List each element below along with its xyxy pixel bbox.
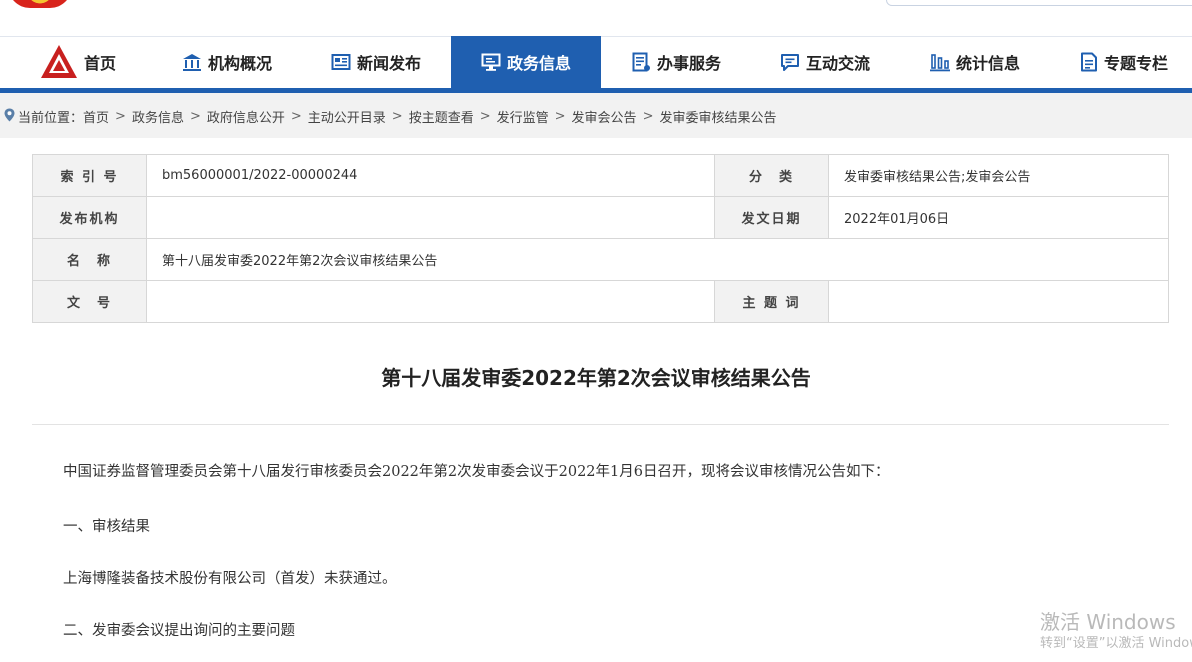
breadcrumb-link-issuance[interactable]: 发行监管 <box>497 107 549 126</box>
nav-label: 办事服务 <box>657 54 722 73</box>
breadcrumb-link-catalog[interactable]: 主动公开目录 <box>308 107 386 126</box>
article-paragraph: 一、审核结果 <box>63 519 150 535</box>
index-value: bm56000001/2022-00000244 <box>146 154 715 197</box>
breadcrumb-separator: > <box>189 109 201 124</box>
breadcrumb-link-announcements[interactable]: 发审会公告 <box>572 107 637 126</box>
nav-label: 首页 <box>84 54 117 73</box>
search-input[interactable] <box>886 0 1192 6</box>
nav-item-interaction[interactable]: 互动交流 <box>780 36 870 88</box>
chat-icon <box>780 52 800 72</box>
breadcrumb-link-gov-info[interactable]: 政务信息 <box>132 107 184 126</box>
breadcrumb: 当前位置： 首页 > 政务信息 > 政府信息公开 > 主动公开目录 > 按主题查看 > 发… <box>4 107 776 126</box>
file-icon <box>1080 52 1098 72</box>
breadcrumb-prefix: 当前位置： <box>18 111 84 126</box>
nav-item-special[interactable]: 专题专栏 <box>1080 36 1168 88</box>
document-list-icon <box>631 52 651 72</box>
monitor-icon <box>481 52 501 72</box>
breadcrumb-link-disclosure[interactable]: 政府信息公开 <box>207 107 285 126</box>
nav-item-statistics[interactable]: 统计信息 <box>930 36 1020 88</box>
breadcrumb-separator: > <box>115 109 126 124</box>
name-value: 第十八届发审委2022年第2次会议审核结果公告 <box>146 238 1169 281</box>
title-divider <box>32 424 1169 425</box>
keywords-label: 主 题 词 <box>714 280 829 323</box>
nav-label: 机构概况 <box>208 54 273 73</box>
docno-label: 文 号 <box>32 280 147 323</box>
publisher-label: 发布机构 <box>32 196 147 239</box>
article-paragraph: 上海博隆装备技术股份有限公司（首发）未获通过。 <box>63 571 397 587</box>
nav-label: 政务信息 <box>506 54 571 73</box>
breadcrumb-bar: 当前位置： 首页 > 政务信息 > 政府信息公开 > 主动公开目录 > 按主题查看 > 发… <box>0 93 1192 138</box>
publisher-value <box>146 196 715 239</box>
breadcrumb-separator: > <box>554 109 566 124</box>
nav-item-home[interactable]: 首页 <box>40 36 116 88</box>
breadcrumb-link-by-topic[interactable]: 按主题查看 <box>409 107 474 126</box>
date-value: 2022年01月06日 <box>828 196 1169 239</box>
index-label: 索 引 号 <box>32 154 147 197</box>
breadcrumb-separator: > <box>479 109 491 124</box>
docno-value <box>146 280 715 323</box>
nav-label: 专题专栏 <box>1104 54 1169 73</box>
category-label: 分 类 <box>714 154 829 197</box>
name-label: 名 称 <box>32 238 147 281</box>
bar-chart-icon <box>930 52 950 72</box>
nav-label: 互动交流 <box>806 54 871 73</box>
nav-item-services[interactable]: 办事服务 <box>631 36 721 88</box>
keywords-value <box>828 280 1169 323</box>
home-logo-icon <box>40 44 78 80</box>
national-emblem-icon <box>8 0 72 8</box>
breadcrumb-separator: > <box>391 109 403 124</box>
windows-activation-hint: 转到“设置”以激活 Windows。 <box>1040 636 1192 651</box>
category-value: 发审委审核结果公告;发审会公告 <box>828 154 1169 197</box>
article-title: 第十八届发审委2022年第2次会议审核结果公告 <box>381 366 811 390</box>
windows-activation-watermark: 激活 Windows <box>1040 610 1176 634</box>
article-paragraph: 中国证券监督管理委员会第十八届发行审核委员会2022年第2次发审委会议于2022… <box>63 464 890 480</box>
nav-item-news[interactable]: 新闻发布 <box>331 36 421 88</box>
article-paragraph: 二、发审委会议提出询问的主要问题 <box>63 623 295 639</box>
newspaper-icon <box>331 52 351 72</box>
location-pin-icon <box>4 108 15 126</box>
date-label: 发文日期 <box>714 196 829 239</box>
document-meta-table: 索 引 号 bm56000001/2022-00000244 分 类 发审委审核… <box>32 154 1169 323</box>
nav-label: 新闻发布 <box>357 54 422 73</box>
breadcrumb-separator: > <box>642 109 654 124</box>
breadcrumb-link-home[interactable]: 首页 <box>83 107 109 126</box>
nav-item-about[interactable]: 机构概况 <box>182 36 272 88</box>
breadcrumb-separator: > <box>290 109 302 124</box>
nav-item-gov-info[interactable]: 政务信息 <box>451 36 601 88</box>
breadcrumb-link-results[interactable]: 发审委审核结果公告 <box>659 107 776 126</box>
building-icon <box>182 52 202 72</box>
top-header <box>0 0 1192 36</box>
nav-label: 统计信息 <box>956 54 1021 73</box>
main-nav: 首页 机构概况 新闻发布 政务信息 办事服务 互动交流 统计信息 专题专栏 <box>0 36 1192 93</box>
